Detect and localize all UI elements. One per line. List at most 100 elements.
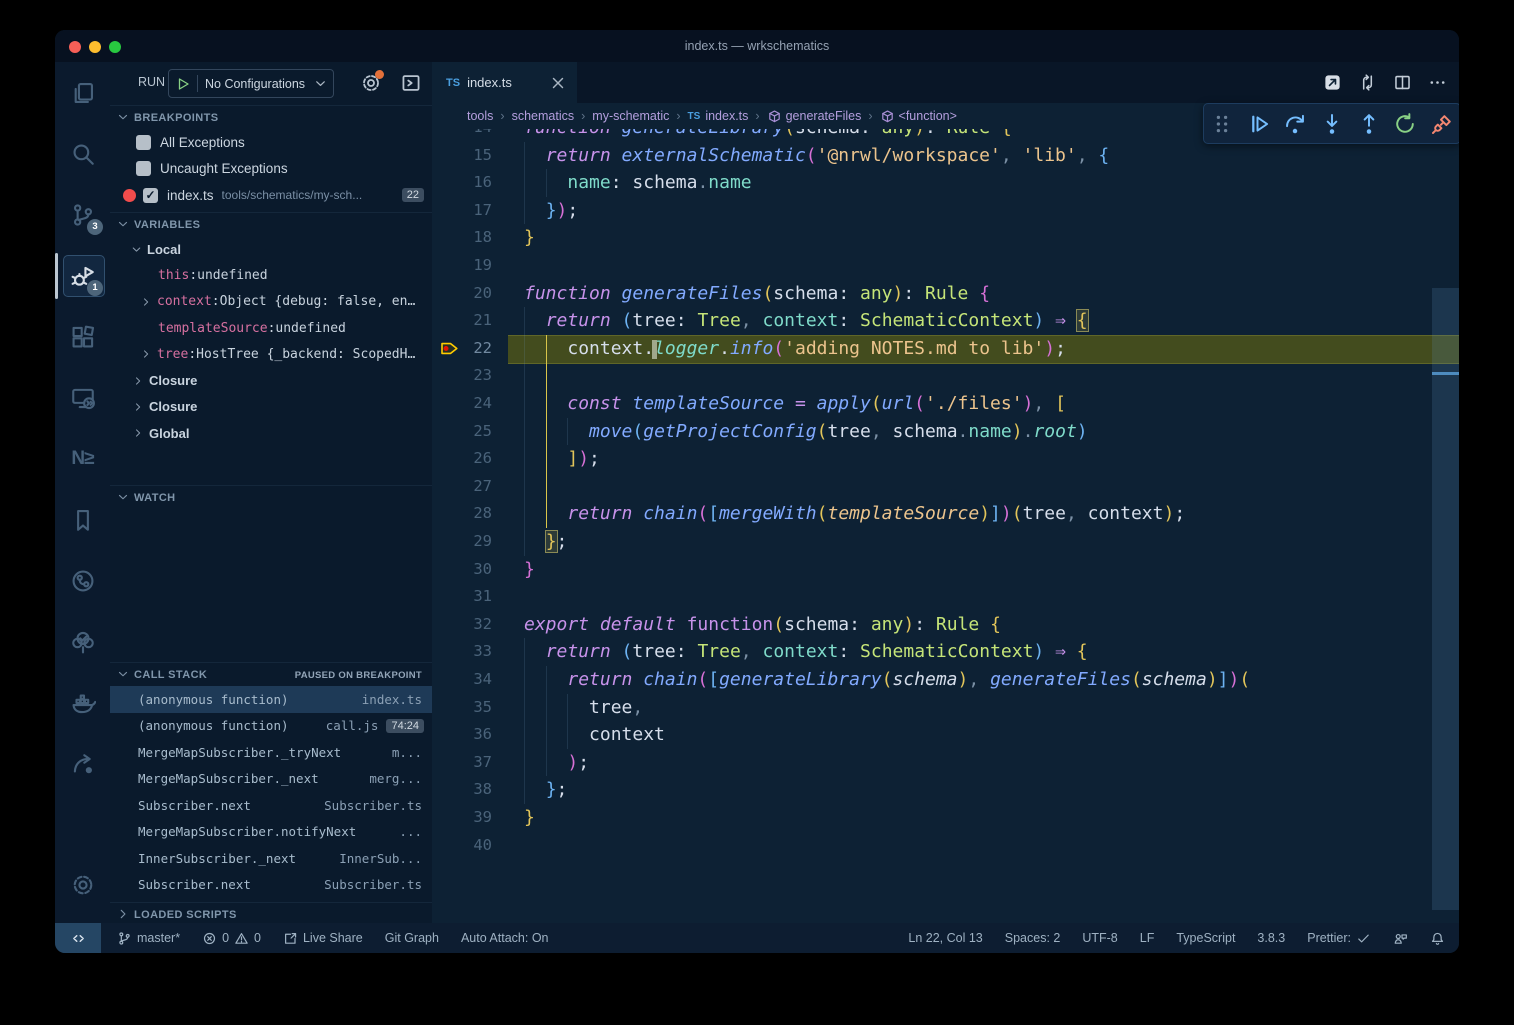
line-number[interactable]: 26 (432, 445, 492, 473)
activity-item-live-share-session[interactable] (55, 733, 110, 794)
activity-item-manage[interactable] (55, 854, 110, 915)
line-number[interactable]: 28 (432, 500, 492, 528)
line-number[interactable]: 27 (432, 473, 492, 501)
activity-item-remote-explorer[interactable] (55, 367, 110, 428)
line-number[interactable]: 30 (432, 556, 492, 584)
debug-console-icon[interactable] (400, 72, 422, 94)
breadcrumb-item[interactable]: tools (467, 109, 493, 123)
variable-row[interactable]: templateSource: undefined (110, 315, 432, 341)
line-number[interactable]: 35 (432, 694, 492, 722)
line-number[interactable]: 15 (432, 142, 492, 170)
line-number[interactable]: 19 (432, 252, 492, 280)
line-number[interactable]: 16 (432, 169, 492, 197)
more-actions-icon[interactable] (1428, 73, 1447, 92)
status-auto-attach[interactable]: Auto Attach: On (461, 923, 549, 953)
line-number[interactable]: 29 (432, 528, 492, 556)
step-into-icon[interactable] (1320, 112, 1344, 136)
line-number[interactable]: 39 (432, 804, 492, 832)
variables-scope-closure[interactable]: Closure (110, 394, 432, 420)
line-number[interactable]: 25 (432, 418, 492, 446)
line-number[interactable]: 40 (432, 832, 492, 860)
activity-item-explorer[interactable] (55, 62, 110, 123)
breadcrumb-item[interactable]: <function> (880, 109, 957, 124)
activity-item-search[interactable] (55, 123, 110, 184)
checkbox-unchecked[interactable] (136, 161, 151, 176)
status-feedback[interactable] (1393, 923, 1408, 953)
line-number[interactable]: 36 (432, 721, 492, 749)
call-stack-frame[interactable]: (anonymous function)call.js74:24 (110, 713, 432, 740)
variable-row[interactable]: context: Object {debug: false, en… (110, 289, 432, 315)
variable-row[interactable]: tree: HostTree {_backend: ScopedH… (110, 341, 432, 367)
launch-configuration-dropdown[interactable]: No Configurations (168, 69, 334, 98)
current-breakpoint-arrow-icon[interactable] (440, 341, 461, 357)
status-problems[interactable]: 00 (202, 923, 261, 953)
call-stack-frame[interactable]: Subscriber.nextSubscriber.ts (110, 792, 432, 819)
line-number[interactable]: 32 (432, 611, 492, 639)
status-encoding[interactable]: UTF-8 (1082, 923, 1117, 953)
call-stack-frame[interactable]: MergeMapSubscriber._nextmerg... (110, 766, 432, 793)
line-number[interactable]: 17 (432, 197, 492, 225)
code-editor[interactable]: 14function generateLibrary(schema: any):… (432, 129, 1459, 923)
call-stack-frame[interactable]: MergeMapSubscriber.notifyNext... (110, 819, 432, 846)
line-number[interactable]: 14 (432, 129, 492, 142)
variable-row[interactable]: this: undefined (110, 262, 432, 288)
breadcrumb-item[interactable]: TSindex.ts (688, 109, 749, 123)
checkbox-checked[interactable]: ✓ (143, 188, 158, 203)
restart-icon[interactable] (1393, 112, 1417, 136)
status-remote-indicator[interactable] (55, 923, 101, 953)
editor-scrollbar[interactable] (1432, 129, 1459, 923)
activity-item-bookmarks[interactable] (55, 489, 110, 550)
activity-item-docker[interactable] (55, 672, 110, 733)
line-number[interactable]: 31 (432, 583, 492, 611)
configure-gear-icon[interactable] (360, 72, 382, 94)
call-stack-frame[interactable]: MergeMapSubscriber._tryNextm... (110, 739, 432, 766)
compare-changes-icon[interactable] (1358, 73, 1377, 92)
status-prettier[interactable]: Prettier: (1307, 923, 1371, 953)
scrollbar-thumb[interactable] (1432, 288, 1459, 910)
activity-item-gitlens[interactable] (55, 550, 110, 611)
watch-section-header[interactable]: WATCH (110, 485, 432, 510)
start-debugging-icon[interactable] (175, 76, 191, 92)
activity-item-extensions[interactable] (55, 306, 110, 367)
breadcrumb-item[interactable]: generateFiles (767, 109, 862, 124)
line-number[interactable]: 21 (432, 307, 492, 335)
variables-scope-closure[interactable]: Closure (110, 367, 432, 393)
status-language-mode[interactable]: TypeScript (1176, 923, 1235, 953)
breakpoint-row[interactable]: All Exceptions (110, 129, 432, 156)
disconnect-icon[interactable] (1430, 112, 1454, 136)
line-number[interactable]: 23 (432, 362, 492, 390)
call-stack-frame[interactable]: InnerSubscriber._nextInnerSub... (110, 845, 432, 872)
split-editor-icon[interactable] (1393, 73, 1412, 92)
line-number[interactable]: 18 (432, 224, 492, 252)
call-stack-frame[interactable]: (anonymous function)index.ts (110, 686, 432, 713)
line-number[interactable]: 34 (432, 666, 492, 694)
activity-item-todo-tree[interactable] (55, 611, 110, 672)
status-git-branch[interactable]: master* (117, 923, 180, 953)
status-live-share[interactable]: Live Share (283, 923, 363, 953)
step-out-icon[interactable] (1357, 112, 1381, 136)
breadcrumb-item[interactable]: schematics (512, 109, 575, 123)
variables-scope-global[interactable]: Global (110, 420, 432, 446)
line-number[interactable]: 38 (432, 776, 492, 804)
call-stack-frame[interactable]: Subscriber.nextSubscriber.ts (110, 872, 432, 899)
line-number[interactable]: 37 (432, 749, 492, 777)
step-over-icon[interactable] (1283, 112, 1307, 136)
status-notifications[interactable] (1430, 923, 1445, 953)
breakpoint-row[interactable]: Uncaught Exceptions (110, 156, 432, 183)
tab-index-ts[interactable]: TS index.ts (432, 62, 577, 103)
breadcrumb-item[interactable]: my-schematic (592, 109, 669, 123)
status-ts-version[interactable]: 3.8.3 (1257, 923, 1285, 953)
activity-item-source-control[interactable]: 3 (55, 184, 110, 245)
line-number[interactable]: 24 (432, 390, 492, 418)
line-number[interactable]: 20 (432, 280, 492, 308)
status-indentation[interactable]: Spaces: 2 (1005, 923, 1061, 953)
status-git-graph[interactable]: Git Graph (385, 923, 439, 953)
activity-item-run-and-debug[interactable]: 1 (55, 245, 110, 306)
line-number[interactable]: 33 (432, 638, 492, 666)
open-changes-icon[interactable] (1323, 73, 1342, 92)
status-cursor-position[interactable]: Ln 22, Col 13 (908, 923, 982, 953)
breakpoint-row[interactable]: ✓index.tstools/schematics/my-sch...22 (110, 182, 432, 209)
continue-icon[interactable] (1247, 112, 1271, 136)
close-icon[interactable] (549, 74, 567, 92)
call-stack-section-header[interactable]: CALL STACK PAUSED ON BREAKPOINT (110, 662, 432, 687)
